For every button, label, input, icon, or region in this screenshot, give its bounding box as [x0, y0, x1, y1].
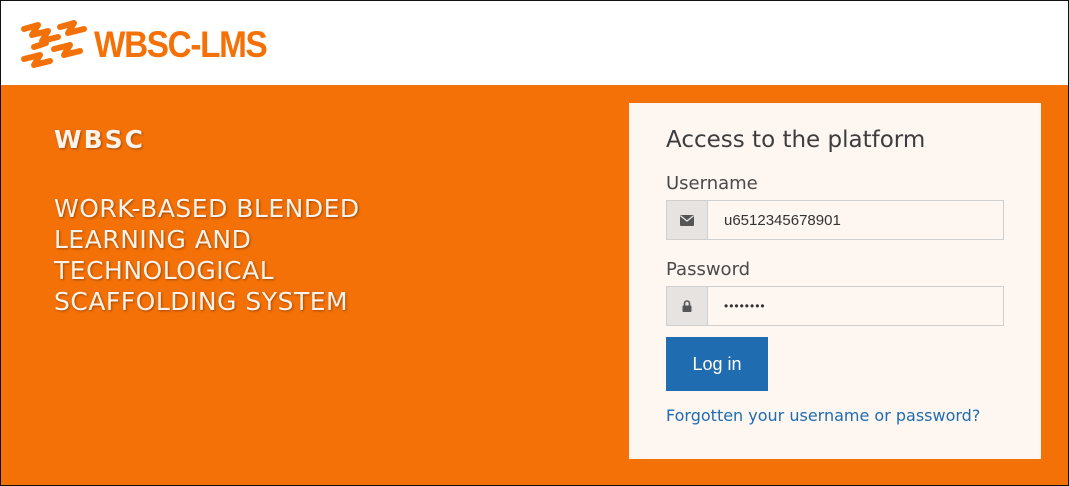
logo-text: WBSC-LMS [94, 23, 268, 65]
lock-icon [667, 287, 708, 325]
login-button[interactable]: Log in [666, 337, 768, 391]
password-label: Password [666, 259, 751, 280]
site-logo[interactable]: WBSC-LMS [20, 19, 285, 69]
hero-title: WBSC [54, 125, 145, 154]
username-input-group: u6512345678901 [666, 200, 1004, 240]
password-input[interactable]: •••••••• [708, 287, 1003, 325]
username-label: Username [666, 173, 758, 194]
login-heading: Access to the platform [666, 127, 926, 153]
page-frame: WBSC-LMS WBSC WORK-BASED BLENDED LEARNIN… [0, 0, 1069, 486]
forgot-password-link[interactable]: Forgotten your username or password? [666, 406, 980, 425]
username-input[interactable]: u6512345678901 [708, 201, 1003, 239]
site-header: WBSC-LMS [1, 1, 1068, 85]
envelope-icon [667, 201, 708, 239]
hero-subtitle: WORK-BASED BLENDED LEARNING AND TECHNOLO… [54, 194, 360, 316]
main-banner: WBSC WORK-BASED BLENDED LEARNING AND TEC… [1, 85, 1068, 485]
login-card: Access to the platform Username u6512345… [629, 103, 1041, 459]
wbsc-logo-icon [21, 20, 87, 68]
password-input-group: •••••••• [666, 286, 1004, 326]
